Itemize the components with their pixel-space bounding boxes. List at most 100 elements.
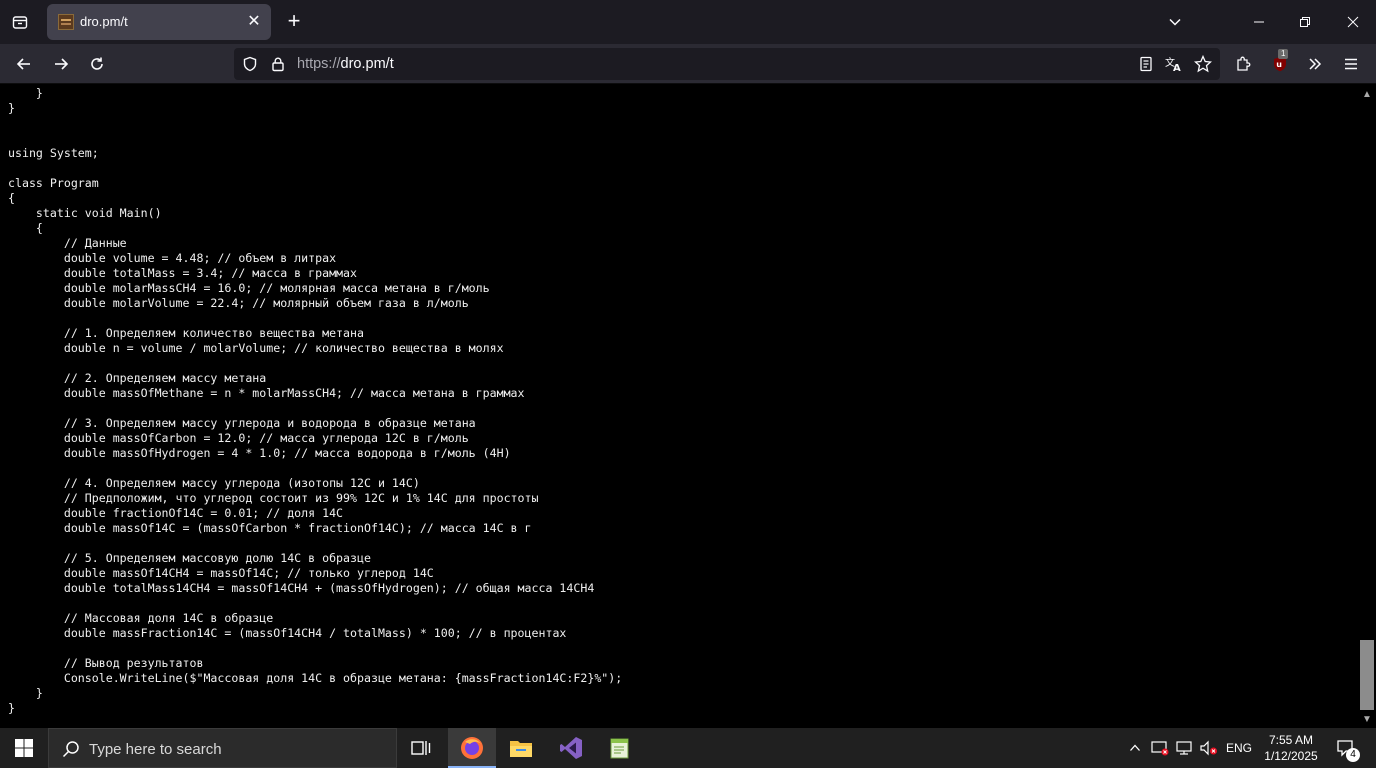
code-line: double massFraction14C = (massOf14CH4 / … [8, 626, 567, 640]
input-language-indicator[interactable]: ENG [1222, 728, 1256, 768]
taskbar-search-box[interactable]: Type here to search [48, 728, 397, 768]
code-block: }} using System; class Program{ static voi… [8, 86, 622, 716]
taskbar-clock[interactable]: 7:55 AM 1/12/2025 [1258, 732, 1324, 764]
code-line: double fractionOf14C = 0.01; // доля 14C [8, 506, 344, 520]
list-all-tabs-button[interactable] [1152, 0, 1198, 44]
task-view-icon [411, 741, 431, 755]
task-view-button[interactable] [397, 728, 445, 768]
code-line: // Предположим, что углерод состоит из 9… [8, 491, 539, 505]
lock-icon[interactable] [270, 56, 286, 72]
url-scheme: https:// [297, 56, 341, 72]
arrow-left-icon [16, 58, 30, 70]
taskbar-file-explorer[interactable] [497, 728, 545, 768]
puzzle-icon [1237, 56, 1251, 71]
code-line: // Массовая доля 14C в образце [8, 611, 274, 625]
close-window-button[interactable] [1330, 0, 1376, 44]
taskbar-notepad-plus-plus[interactable] [596, 728, 644, 768]
double-chevron-right-icon [1309, 58, 1322, 70]
code-line: class Program [8, 176, 99, 190]
code-line: using System; [8, 146, 99, 160]
minimize-button[interactable] [1236, 0, 1282, 44]
shield-icon[interactable] [242, 56, 258, 72]
code-line: double volume = 4.48; // объем в литрах [8, 251, 337, 265]
code-line: { [8, 221, 43, 235]
restore-button[interactable] [1282, 0, 1328, 44]
code-line: double n = volume / molarVolume; // коли… [8, 341, 504, 355]
scroll-down-arrow-icon[interactable]: ▼ [1362, 714, 1372, 725]
taskbar-firefox[interactable] [448, 728, 496, 768]
code-line: } [8, 86, 43, 100]
tab-title: dro.pm/t [80, 14, 128, 29]
code-line: // Вывод результатов [8, 656, 204, 670]
hamburger-menu-icon [1345, 58, 1357, 70]
arrow-right-icon [55, 58, 69, 70]
search-icon [62, 741, 79, 758]
code-line: double massOfCarbon = 12.0; // масса угл… [8, 431, 469, 445]
back-button[interactable] [10, 50, 38, 78]
restore-icon [1300, 17, 1310, 27]
tab-bar: dro.pm/t ✕ + [0, 0, 1376, 44]
reader-view-icon[interactable] [1138, 56, 1154, 72]
code-line: } [8, 101, 15, 115]
tab-list-icon [12, 16, 28, 29]
reload-button[interactable] [83, 50, 111, 78]
code-line: Console.WriteLine($"Массовая доля 14C в … [8, 671, 623, 685]
scrollbar-thumb[interactable] [1360, 640, 1374, 710]
code-line: double massOfHydrogen = 4 * 1.0; // масс… [8, 446, 511, 460]
start-button[interactable] [0, 728, 48, 768]
code-line: double molarMassCH4 = 16.0; // молярная … [8, 281, 490, 295]
more-tools-button[interactable] [1301, 50, 1329, 78]
chevron-down-icon [1169, 18, 1181, 26]
new-tab-button[interactable]: + [280, 8, 308, 36]
code-line: double totalMass14CH4 = massOf14CH4 + (m… [8, 581, 595, 595]
extensions-button[interactable] [1229, 50, 1257, 78]
code-line: double molarVolume = 22.4; // молярный о… [8, 296, 469, 310]
code-line: } [8, 686, 43, 700]
code-line: double massOf14C = (massOfCarbon * fract… [8, 521, 532, 535]
taskbar-visual-studio[interactable] [547, 728, 595, 768]
forward-button[interactable] [47, 50, 75, 78]
address-bar[interactable]: https://dro.pm/t 文 A [234, 48, 1220, 80]
tab-active[interactable]: dro.pm/t ✕ [47, 4, 271, 40]
code-line: // 2. Определяем массу метана [8, 371, 267, 385]
bookmark-star-icon[interactable] [1194, 55, 1212, 73]
tab-list-button[interactable] [6, 8, 34, 36]
svg-text:A: A [1173, 63, 1181, 72]
extension-badge: 1 [1278, 49, 1289, 59]
code-line: // 1. Определяем количество вещества мет… [8, 326, 364, 340]
tab-close-icon[interactable]: ✕ [243, 11, 265, 33]
search-placeholder: Type here to search [89, 741, 222, 758]
ublock-extension-button[interactable]: u 1 [1266, 49, 1294, 78]
url-host: dro.pm/t [340, 56, 394, 72]
tray-network-icon[interactable] [1173, 728, 1197, 768]
code-line: // 3. Определяем массу углерода и водоро… [8, 416, 476, 430]
reload-icon [91, 57, 103, 70]
clock-date: 1/12/2025 [1264, 749, 1318, 763]
tray-security-icon[interactable] [1148, 728, 1172, 768]
windows-logo-icon [15, 739, 33, 757]
scroll-up-arrow-icon[interactable]: ▲ [1362, 89, 1372, 100]
defender-status-icon [1151, 741, 1169, 756]
notepad-plus-plus-icon [610, 738, 629, 759]
tray-volume-icon[interactable] [1197, 728, 1221, 768]
app-menu-button[interactable] [1337, 50, 1365, 78]
network-icon [1176, 741, 1192, 755]
show-hidden-icons-button[interactable] [1124, 728, 1146, 768]
taskbar: Type here to search ENG 7:55 AM 1/12/202… [0, 728, 1376, 768]
code-line: // 4. Определяем массу углерода (изотопы… [8, 476, 420, 490]
notification-count-badge: 4 [1346, 748, 1360, 762]
code-line: double totalMass = 3.4; // масса в грамм… [8, 266, 358, 280]
url-text[interactable]: https://dro.pm/t [297, 56, 394, 72]
code-line: // Данные [8, 236, 127, 250]
vertical-scrollbar[interactable]: ▲ ▼ [1358, 85, 1376, 728]
translate-icon[interactable]: 文 A [1165, 56, 1183, 72]
clock-time: 7:55 AM [1268, 733, 1314, 747]
svg-text:u: u [1276, 60, 1282, 69]
firefox-icon [461, 737, 483, 759]
